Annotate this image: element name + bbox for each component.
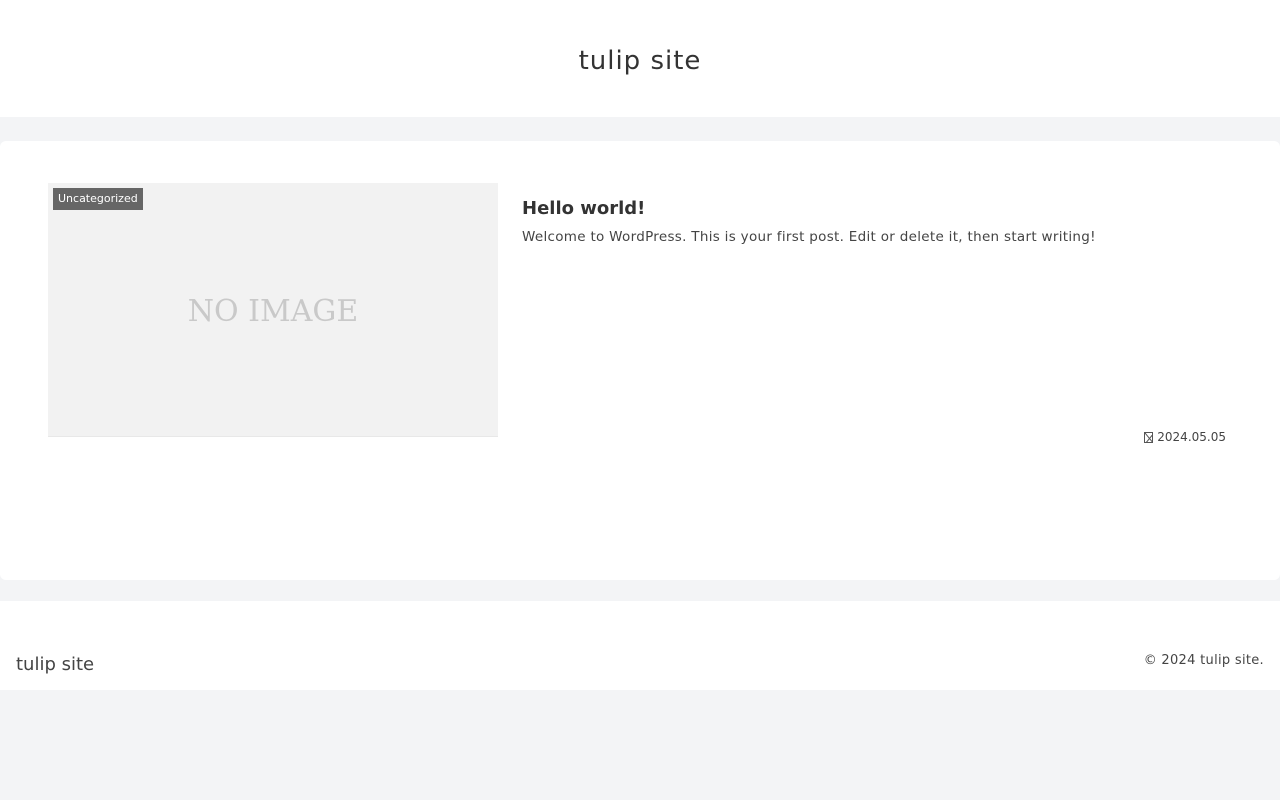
footer-site-title-link[interactable]: tulip site: [16, 654, 94, 676]
calendar-icon: [1144, 431, 1154, 443]
post-excerpt: Welcome to WordPress. This is your first…: [522, 228, 1096, 245]
post-thumbnail[interactable]: NO IMAGE Uncategorized: [48, 183, 498, 437]
post-date-text: 2024.05.05: [1157, 430, 1226, 444]
post-card[interactable]: NO IMAGE Uncategorized Hello world! Welc…: [48, 183, 1232, 444]
site-footer: tulip site © 2024 tulip site.: [0, 601, 1280, 690]
site-title-link[interactable]: tulip site: [0, 43, 1280, 79]
post-title[interactable]: Hello world!: [522, 198, 645, 220]
copyright-text: © 2024 tulip site.: [1143, 653, 1264, 668]
main-content: NO IMAGE Uncategorized Hello world! Welc…: [0, 141, 1280, 580]
site-header: tulip site: [0, 0, 1280, 117]
category-badge: Uncategorized: [53, 188, 143, 210]
post-date: 2024.05.05: [1144, 430, 1226, 444]
no-image-placeholder: NO IMAGE: [187, 294, 359, 329]
